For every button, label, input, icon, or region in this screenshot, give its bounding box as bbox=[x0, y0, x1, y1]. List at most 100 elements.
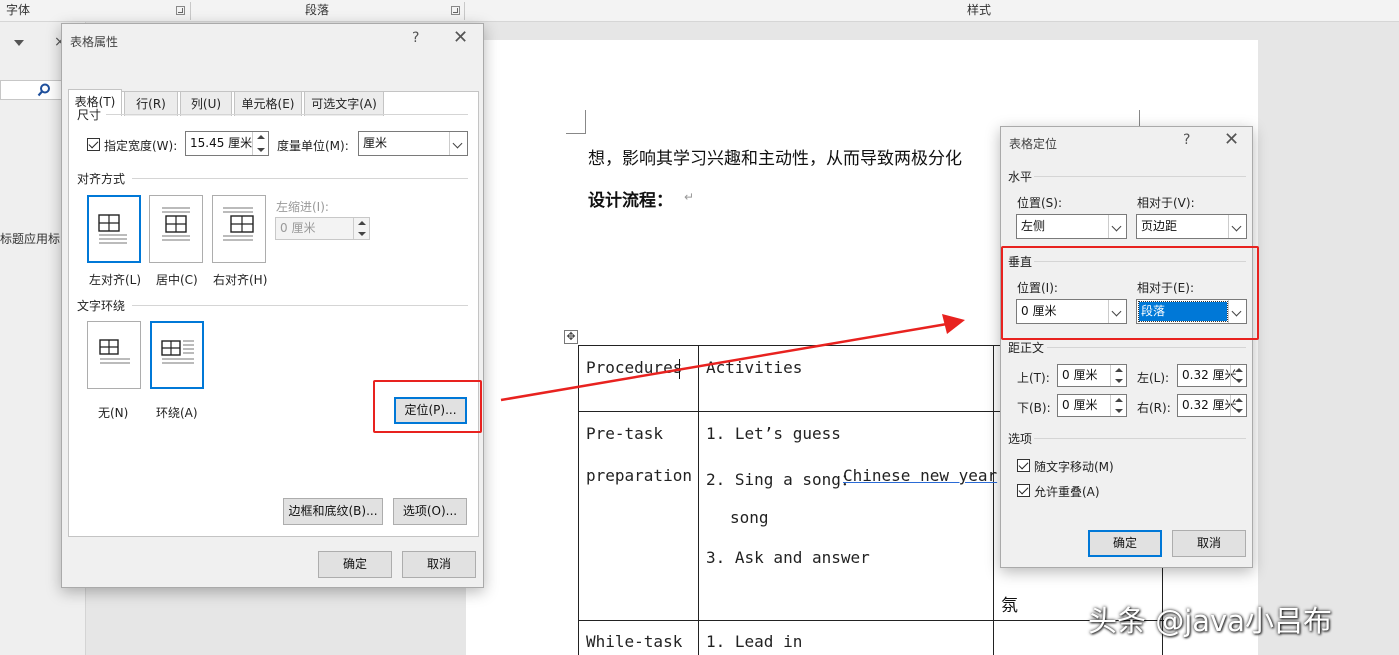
chevron-down-icon[interactable] bbox=[1228, 215, 1246, 238]
tab-alt-text[interactable]: 可选文字(A) bbox=[304, 91, 384, 116]
highlight-box bbox=[373, 380, 482, 433]
align-center-icon bbox=[162, 207, 190, 241]
spinner-icon[interactable] bbox=[1110, 395, 1126, 416]
h-relative-select[interactable]: 页边距 bbox=[1136, 214, 1247, 239]
margin-crop-mark bbox=[566, 110, 586, 134]
table-cell: While-task bbox=[586, 632, 683, 651]
spinner-icon[interactable] bbox=[252, 132, 268, 155]
right-distance-input[interactable]: 0.32 厘米 bbox=[1177, 394, 1247, 417]
search-icon[interactable] bbox=[37, 83, 51, 97]
top-distance-input[interactable]: 0 厘米 bbox=[1057, 364, 1127, 387]
bottom-distance-input[interactable]: 0 厘米 bbox=[1057, 394, 1127, 417]
ribbon-separator bbox=[190, 2, 191, 20]
left-distance-input[interactable]: 0.32 厘米 bbox=[1177, 364, 1247, 387]
alignment-section-label: 对齐方式 bbox=[77, 172, 126, 186]
options-button[interactable]: 选项(O)... bbox=[393, 498, 467, 525]
font-dialog-launcher-icon[interactable] bbox=[176, 6, 185, 15]
h-position-value: 左侧 bbox=[1021, 219, 1046, 233]
highlight-box bbox=[1001, 246, 1259, 340]
design-process-heading: 设计流程： bbox=[588, 191, 673, 211]
table-positioning-dialog: 表格定位 ? ✕ 水平 位置(S): 相对于(V): 左侧 页边距 垂直 位置(… bbox=[1000, 126, 1253, 568]
h-relative-label: 相对于(V): bbox=[1137, 196, 1195, 210]
cancel-button[interactable]: 取消 bbox=[402, 551, 476, 578]
chevron-down-icon[interactable] bbox=[1108, 215, 1126, 238]
section-divider bbox=[1034, 438, 1246, 439]
spinner-icon[interactable] bbox=[353, 218, 369, 239]
table-cell: Pre-task bbox=[586, 424, 664, 443]
wrap-none-label: 无(N) bbox=[98, 406, 129, 420]
h-relative-value: 页边距 bbox=[1141, 219, 1178, 233]
help-icon[interactable]: ? bbox=[412, 30, 419, 46]
align-right-option[interactable] bbox=[212, 195, 266, 263]
tab-pane bbox=[68, 91, 479, 537]
preferred-width-input[interactable]: 15.45 厘米 bbox=[185, 131, 269, 156]
paragraph-mark: ↵ bbox=[684, 190, 695, 204]
top-label: 上(T): bbox=[1017, 371, 1050, 385]
nav-heading-item[interactable]: 标题应用标 bbox=[0, 230, 60, 247]
table-col-border bbox=[993, 346, 994, 655]
h-position-select[interactable]: 左侧 bbox=[1016, 214, 1127, 239]
indent-left-input[interactable]: 0 厘米 bbox=[275, 217, 370, 240]
allow-overlap-checkbox[interactable] bbox=[1017, 484, 1030, 497]
nav-dropdown-icon[interactable] bbox=[14, 40, 24, 46]
body-text-line: 想，影响其学习兴趣和主动性，从而导致两极分化 bbox=[588, 149, 962, 169]
indent-left-label: 左缩进(I): bbox=[276, 200, 329, 214]
section-divider bbox=[106, 114, 468, 115]
right-distance-value: 0.32 厘米 bbox=[1182, 398, 1237, 412]
horizontal-section-label: 水平 bbox=[1008, 170, 1033, 184]
bottom-label: 下(B): bbox=[1017, 401, 1051, 415]
table-row-border bbox=[579, 620, 1164, 621]
watermark: 头条 @java小吕布 bbox=[1088, 604, 1332, 638]
activity-item: song bbox=[730, 508, 769, 527]
wrap-around-option[interactable] bbox=[150, 321, 204, 389]
indent-left-value: 0 厘米 bbox=[280, 221, 316, 235]
dialog-title: 表格属性 bbox=[70, 35, 119, 49]
ribbon-separator bbox=[464, 2, 465, 20]
ok-button[interactable]: 确定 bbox=[1088, 530, 1162, 557]
tab-cell[interactable]: 单元格(E) bbox=[234, 91, 302, 116]
paragraph-dialog-launcher-icon[interactable] bbox=[451, 6, 460, 15]
activity-item: 2. Sing a song： bbox=[706, 470, 857, 489]
move-with-text-label: 随文字移动(M) bbox=[1034, 460, 1114, 474]
section-divider bbox=[132, 305, 468, 306]
measure-in-select[interactable]: 厘米 bbox=[358, 131, 468, 156]
wrap-none-icon bbox=[99, 339, 130, 364]
tab-row[interactable]: 行(R) bbox=[124, 91, 178, 116]
close-icon[interactable]: ✕ bbox=[453, 27, 468, 48]
move-with-text-checkbox[interactable] bbox=[1017, 459, 1030, 472]
align-left-label: 左对齐(L) bbox=[89, 273, 142, 287]
annotation-arrow-icon bbox=[500, 314, 965, 402]
table-cell: preparation bbox=[586, 466, 692, 485]
chevron-down-icon[interactable] bbox=[449, 132, 467, 155]
dialog-title: 表格定位 bbox=[1009, 137, 1058, 151]
close-icon[interactable]: ✕ bbox=[1224, 129, 1239, 150]
bottom-distance-value: 0 厘米 bbox=[1062, 398, 1098, 412]
spinner-icon[interactable] bbox=[1230, 365, 1246, 386]
right-label: 右(R): bbox=[1137, 401, 1171, 415]
preferred-width-checkbox[interactable] bbox=[87, 138, 100, 151]
help-icon[interactable]: ? bbox=[1183, 132, 1190, 148]
tab-column[interactable]: 列(U) bbox=[180, 91, 232, 116]
cancel-button[interactable]: 取消 bbox=[1172, 530, 1246, 557]
ok-button[interactable]: 确定 bbox=[318, 551, 392, 578]
align-left-icon bbox=[98, 214, 127, 244]
activity-item: 3. Ask and answer bbox=[706, 548, 870, 567]
distance-section-label: 距正文 bbox=[1008, 341, 1045, 355]
wrap-around-label: 环绕(A) bbox=[156, 406, 198, 420]
nav-search-input[interactable] bbox=[0, 80, 62, 100]
h-position-label: 位置(S): bbox=[1017, 196, 1063, 210]
borders-shading-button[interactable]: 边框和底纹(B)... bbox=[283, 498, 383, 525]
align-center-option[interactable] bbox=[149, 195, 203, 263]
section-divider bbox=[1034, 176, 1246, 177]
align-right-label: 右对齐(H) bbox=[213, 273, 268, 287]
table-cell: 氛 bbox=[1001, 596, 1018, 616]
activity-item: 1. Let’s guess bbox=[706, 424, 841, 443]
section-divider bbox=[132, 178, 468, 179]
spinner-icon[interactable] bbox=[1110, 365, 1126, 386]
size-section-label: 尺寸 bbox=[77, 108, 102, 122]
align-center-label: 居中(C) bbox=[156, 273, 198, 287]
spinner-icon[interactable] bbox=[1230, 395, 1246, 416]
wrap-none-option[interactable] bbox=[87, 321, 141, 389]
align-left-option[interactable] bbox=[87, 195, 141, 263]
font-group-label: 字体 bbox=[6, 3, 31, 17]
